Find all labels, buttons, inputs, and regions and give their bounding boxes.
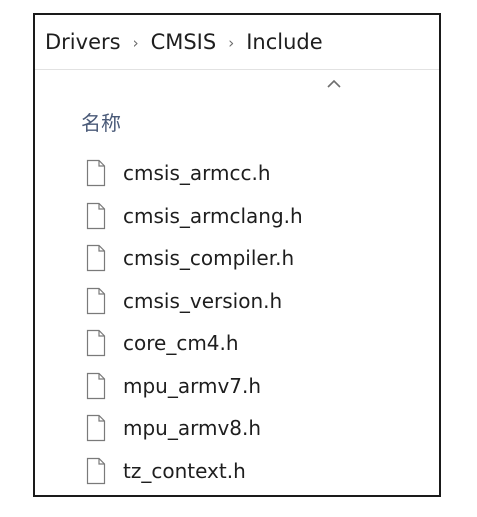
list-item[interactable]: cmsis_armcc.h (86, 152, 303, 195)
breadcrumb-item-cmsis[interactable]: CMSIS (151, 30, 217, 54)
file-name: cmsis_version.h (123, 288, 283, 313)
blank-document-icon (86, 160, 106, 187)
file-name: cmsis_compiler.h (123, 246, 295, 271)
list-item[interactable]: cmsis_compiler.h (86, 237, 303, 280)
file-list: cmsis_armcc.h cmsis_armclang.h cmsis_com… (86, 152, 303, 492)
column-header-name[interactable]: 名称 (81, 107, 121, 136)
list-item[interactable]: cmsis_version.h (86, 280, 303, 323)
breadcrumb-separator-icon: › (132, 34, 139, 52)
list-item[interactable]: cmsis_armclang.h (86, 195, 303, 238)
file-name: tz_context.h (123, 458, 246, 483)
list-item[interactable]: mpu_armv8.h (86, 407, 303, 450)
blank-document-icon (86, 457, 106, 484)
file-name: cmsis_armclang.h (123, 203, 303, 228)
blank-document-icon (86, 372, 106, 399)
list-item[interactable]: core_cm4.h (86, 322, 303, 365)
file-name: mpu_armv8.h (123, 416, 262, 441)
blank-document-icon (86, 415, 106, 442)
file-name: core_cm4.h (123, 331, 239, 356)
chevron-up-icon (327, 79, 341, 88)
blank-document-icon (86, 287, 106, 314)
blank-document-icon (86, 202, 106, 229)
blank-document-icon (86, 330, 106, 357)
breadcrumb-item-include[interactable]: Include (246, 30, 322, 54)
explorer-window: Drivers › CMSIS › Include 名称 cmsis_armcc… (33, 13, 441, 497)
blank-document-icon (86, 245, 106, 272)
breadcrumb-separator-icon: › (228, 34, 235, 52)
list-item[interactable]: tz_context.h (86, 450, 303, 493)
breadcrumb-item-drivers[interactable]: Drivers (45, 30, 121, 54)
breadcrumb: Drivers › CMSIS › Include (35, 15, 439, 70)
list-item[interactable]: mpu_armv7.h (86, 365, 303, 408)
file-name: cmsis_armcc.h (123, 161, 271, 186)
file-name: mpu_armv7.h (123, 373, 262, 398)
